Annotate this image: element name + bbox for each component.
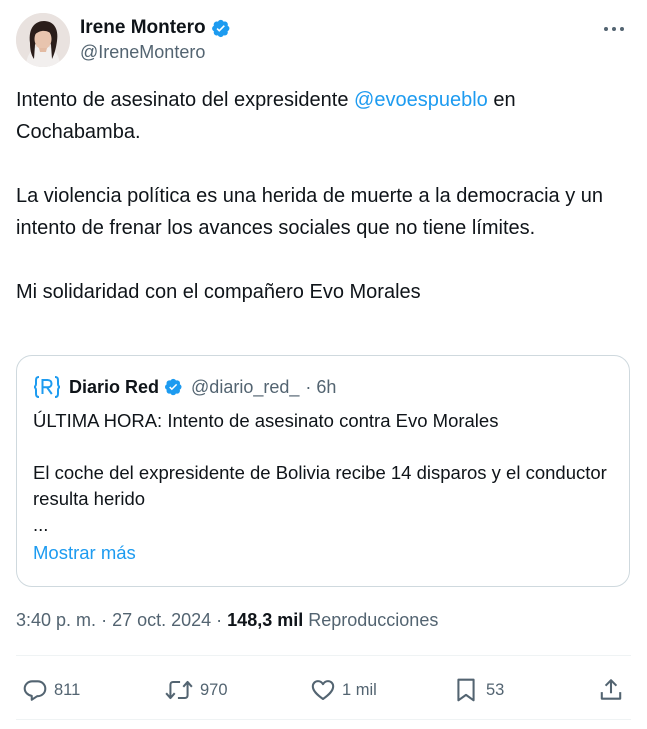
author-handle[interactable]: @IreneMontero [80,42,231,63]
author-info: Irene Montero @IreneMontero [80,16,231,63]
author-display-name[interactable]: Irene Montero [80,17,206,39]
more-horizontal-icon [603,19,625,37]
bookmark-icon [454,677,478,703]
show-more-link[interactable]: Mostrar más [33,542,136,564]
bookmark-button[interactable]: 53 [454,670,504,710]
share-button[interactable] [598,670,624,710]
quoted-text-line: ... [33,514,49,535]
quoted-tweet[interactable]: Diario Red @diario_red_ · 6h ÚLTIMA HORA… [16,355,630,587]
quoted-author-name[interactable]: Diario Red [69,377,159,398]
tweet-time[interactable]: 3:40 p. m. [16,610,96,630]
reply-icon [22,677,48,703]
quoted-tweet-header: Diario Red @diario_red_ · 6h [33,375,336,399]
quoted-author-handle[interactable]: @diario_red_ [191,377,299,398]
share-icon [598,677,624,703]
tweet-date[interactable]: 27 oct. 2024 [112,610,211,630]
views-label[interactable]: Reproducciones [308,610,438,630]
tweet: Irene Montero @IreneMontero Intento de a… [0,0,647,729]
retweet-button[interactable]: 970 [164,670,228,710]
display-name-row: Irene Montero [80,16,231,40]
divider [16,655,631,656]
like-count: 1 mil [342,680,377,699]
reply-button[interactable]: 811 [22,670,80,710]
diario-red-logo-icon[interactable] [33,375,61,399]
quoted-text-line: El coche del expresidente de Bolivia rec… [33,462,607,509]
more-button[interactable] [597,15,631,41]
verified-badge-icon[interactable] [210,18,231,39]
meta-separator: · [216,610,228,630]
tweet-text-segment: Intento de asesinato del expresidente [16,89,355,111]
meta-separator: · [101,610,113,630]
like-button[interactable]: 1 mil [310,670,377,710]
tweet-paragraph: Mi solidaridad con el compañero Evo Mora… [16,281,421,303]
tweet-meta: 3:40 p. m. · 27 oct. 2024 · 148,3 mil Re… [16,610,438,631]
quoted-text-line: ÚLTIMA HORA: Intento de asesinato contra… [33,410,499,431]
avatar[interactable] [16,13,70,67]
retweet-icon [164,677,194,703]
tweet-header: Irene Montero @IreneMontero [16,13,631,67]
quoted-text-gap [33,434,613,460]
quoted-tweet-time[interactable]: · 6h [305,377,336,398]
tweet-paragraph: La violencia política es una herida de m… [16,185,604,239]
tweet-text: Intento de asesinato del expresidente @e… [16,84,628,308]
verified-badge-icon[interactable] [163,377,183,397]
bookmark-count: 53 [486,680,505,699]
heart-icon [310,677,336,703]
retweet-count: 970 [200,680,228,699]
quoted-tweet-text: ÚLTIMA HORA: Intento de asesinato contra… [33,408,613,538]
action-bar: 811 970 1 mil 53 [16,670,631,710]
tweet-paragraph: Intento de asesinato del expresidente @e… [16,84,628,148]
reply-count: 811 [54,680,81,699]
divider [16,719,631,720]
views-count[interactable]: 148,3 mil [227,610,303,630]
mention-link[interactable]: @evoespueblo [354,89,488,111]
